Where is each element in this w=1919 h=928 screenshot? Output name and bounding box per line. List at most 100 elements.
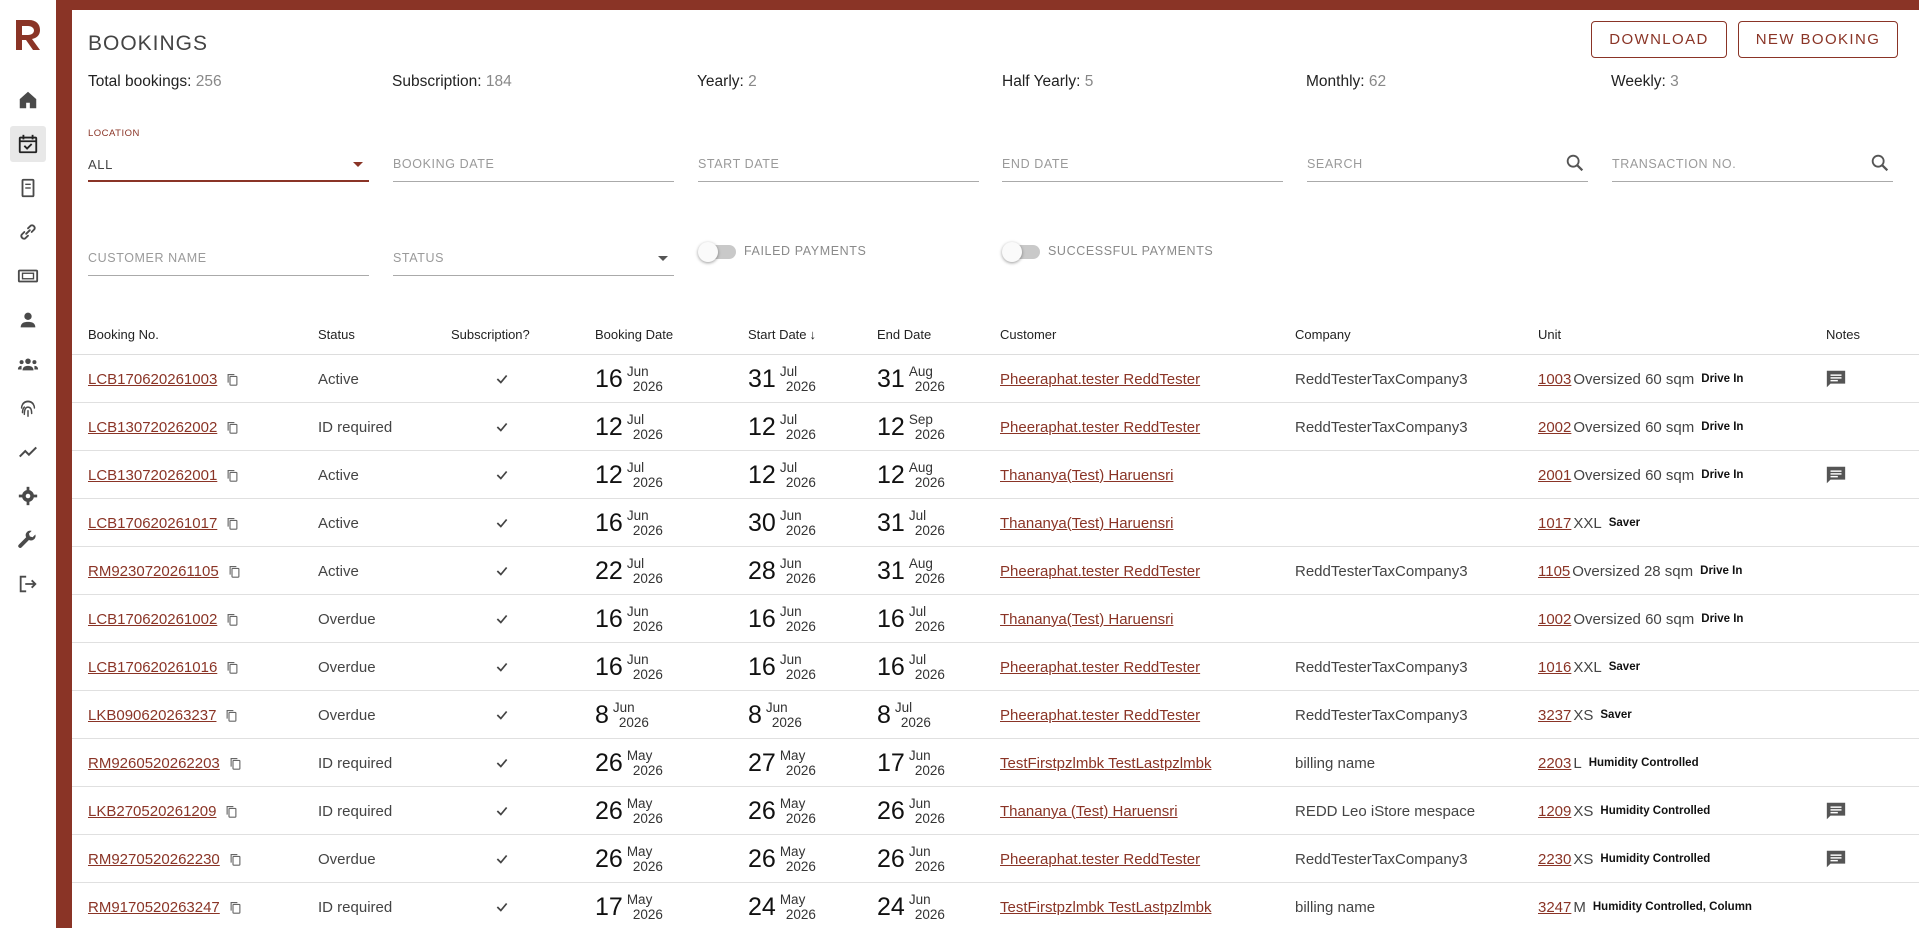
- unit-link[interactable]: 3247: [1538, 899, 1571, 916]
- sidebar-item-reports[interactable]: [10, 434, 46, 470]
- sidebar-item-links[interactable]: [10, 214, 46, 250]
- note-icon[interactable]: [1825, 800, 1847, 822]
- booking-no-link[interactable]: LCB170620261016: [88, 659, 217, 676]
- booking-no-link[interactable]: LCB130720262001: [88, 467, 217, 484]
- copy-icon[interactable]: [228, 900, 243, 915]
- copy-icon[interactable]: [225, 516, 240, 531]
- new-booking-button[interactable]: NEW BOOKING: [1738, 21, 1898, 58]
- column-end-date[interactable]: End Date: [877, 327, 931, 342]
- sidebar-item-customers[interactable]: [10, 302, 46, 338]
- copy-icon[interactable]: [224, 804, 239, 819]
- unit-link[interactable]: 2203: [1538, 755, 1571, 772]
- booking-no-link[interactable]: LCB170620261017: [88, 515, 217, 532]
- customer-link[interactable]: Pheeraphat.tester ReddTester: [1000, 659, 1200, 676]
- column-booking-date[interactable]: Booking Date: [595, 327, 673, 342]
- status-select[interactable]: STATUS: [393, 242, 674, 276]
- sidebar-item-bookings[interactable]: [10, 126, 46, 162]
- end-date-field[interactable]: END DATE: [1002, 148, 1283, 182]
- unit-link[interactable]: 1209: [1538, 803, 1571, 820]
- location-select[interactable]: LOCATION ALL: [88, 128, 369, 182]
- table-row[interactable]: LCB130720262001 Active 12 Jul 2026 12 Jul 2026 1…: [72, 451, 1919, 499]
- customer-link[interactable]: Pheeraphat.tester ReddTester: [1000, 851, 1200, 868]
- table-row[interactable]: LCB170620261002 Overdue 16 Jun 2026 16 Jun 2026…: [72, 595, 1919, 643]
- note-icon[interactable]: [1825, 464, 1847, 486]
- table-row[interactable]: RM9270520262230 Overdue 26 May 2026 26 May 2026…: [72, 835, 1919, 883]
- copy-icon[interactable]: [225, 420, 240, 435]
- column-start-date[interactable]: Start Date ↓: [748, 327, 816, 342]
- booking-no-link[interactable]: LCB170620261003: [88, 371, 217, 388]
- table-row[interactable]: LCB130720262002 ID required 12 Jul 2026 12 Jul…: [72, 403, 1919, 451]
- unit-link[interactable]: 1105: [1538, 563, 1570, 580]
- booking-date-field[interactable]: BOOKING DATE: [393, 148, 674, 182]
- note-icon[interactable]: [1825, 848, 1847, 870]
- customer-name-input[interactable]: CUSTOMER NAME: [88, 242, 369, 276]
- unit-link[interactable]: 3237: [1538, 707, 1571, 724]
- unit-link[interactable]: 2001: [1538, 467, 1571, 484]
- customer-link[interactable]: Pheeraphat.tester ReddTester: [1000, 371, 1200, 388]
- sidebar-item-logout[interactable]: [10, 566, 46, 602]
- column-status[interactable]: Status: [318, 327, 355, 342]
- customer-link[interactable]: TestFirstpzlmbk TestLastpzlmbk: [1000, 755, 1211, 772]
- booking-no-link[interactable]: RM9170520263247: [88, 899, 220, 916]
- sidebar-item-vouchers[interactable]: [10, 258, 46, 294]
- download-button[interactable]: DOWNLOAD: [1591, 21, 1727, 58]
- failed-payments-toggle[interactable]: FAILED PAYMENTS: [698, 241, 898, 262]
- sidebar-item-invoices[interactable]: [10, 170, 46, 206]
- table-row[interactable]: LKB270520261209 ID required 26 May 2026 26 May…: [72, 787, 1919, 835]
- booking-no-link[interactable]: LCB130720262002: [88, 419, 217, 436]
- booking-no-link[interactable]: LKB090620263237: [88, 707, 216, 724]
- customer-link[interactable]: Thananya(Test) Haruensri: [1000, 515, 1173, 532]
- customer-link[interactable]: Pheeraphat.tester ReddTester: [1000, 419, 1200, 436]
- brand-logo[interactable]: [12, 18, 44, 52]
- start-date-field[interactable]: START DATE: [698, 148, 979, 182]
- unit-link[interactable]: 1002: [1538, 611, 1571, 628]
- customer-link[interactable]: TestFirstpzlmbk TestLastpzlmbk: [1000, 899, 1211, 916]
- search-icon[interactable]: [1869, 152, 1891, 174]
- table-row[interactable]: LKB090620263237 Overdue 8 Jun 2026 8 Jun 2026 8 J…: [72, 691, 1919, 739]
- column-unit[interactable]: Unit: [1538, 327, 1561, 342]
- column-booking-no[interactable]: Booking No.: [88, 327, 159, 342]
- unit-link[interactable]: 1017: [1538, 515, 1571, 532]
- table-row[interactable]: LCB170620261003 Active 16 Jun 2026 31 Jul 2026 3…: [72, 355, 1919, 403]
- column-customer[interactable]: Customer: [1000, 327, 1056, 342]
- search-input[interactable]: SEARCH: [1307, 148, 1588, 182]
- table-row[interactable]: RM9230720261105 Active 22 Jul 2026 28 Jun 2026 3…: [72, 547, 1919, 595]
- unit-link[interactable]: 1016: [1538, 659, 1571, 676]
- booking-no-link[interactable]: RM9260520262203: [88, 755, 220, 772]
- table-row[interactable]: RM9170520263247 ID required 17 May 2026 24 May…: [72, 883, 1919, 928]
- copy-icon[interactable]: [228, 756, 243, 771]
- column-subscription[interactable]: Subscription?: [451, 327, 530, 342]
- table-row[interactable]: LCB170620261016 Overdue 16 Jun 2026 16 Jun 2026…: [72, 643, 1919, 691]
- copy-icon[interactable]: [225, 660, 240, 675]
- copy-icon[interactable]: [227, 564, 242, 579]
- column-company[interactable]: Company: [1295, 327, 1351, 342]
- sidebar-item-settings[interactable]: [10, 478, 46, 514]
- unit-link[interactable]: 2002: [1538, 419, 1571, 436]
- sidebar-item-users[interactable]: [10, 346, 46, 382]
- booking-no-link[interactable]: RM9230720261105: [88, 563, 219, 580]
- unit-link[interactable]: 1003: [1538, 371, 1571, 388]
- customer-link[interactable]: Pheeraphat.tester ReddTester: [1000, 707, 1200, 724]
- customer-link[interactable]: Pheeraphat.tester ReddTester: [1000, 563, 1200, 580]
- unit-link[interactable]: 2230: [1538, 851, 1571, 868]
- note-icon[interactable]: [1825, 368, 1847, 390]
- sidebar-item-maintenance[interactable]: [10, 522, 46, 558]
- copy-icon[interactable]: [225, 468, 240, 483]
- transaction-no-input[interactable]: TRANSACTION NO.: [1612, 148, 1893, 182]
- booking-no-link[interactable]: RM9270520262230: [88, 851, 220, 868]
- copy-icon[interactable]: [225, 372, 240, 387]
- booking-no-link[interactable]: LCB170620261002: [88, 611, 217, 628]
- customer-link[interactable]: Thananya(Test) Haruensri: [1000, 611, 1173, 628]
- sidebar-item-home[interactable]: [10, 82, 46, 118]
- sidebar-item-access[interactable]: [10, 390, 46, 426]
- table-row[interactable]: LCB170620261017 Active 16 Jun 2026 30 Jun 2026 3…: [72, 499, 1919, 547]
- search-icon[interactable]: [1564, 152, 1586, 174]
- booking-no-link[interactable]: LKB270520261209: [88, 803, 216, 820]
- customer-link[interactable]: Thananya (Test) Haruensri: [1000, 803, 1178, 820]
- customer-link[interactable]: Thananya(Test) Haruensri: [1000, 467, 1173, 484]
- copy-icon[interactable]: [224, 708, 239, 723]
- copy-icon[interactable]: [225, 612, 240, 627]
- successful-payments-toggle[interactable]: SUCCESSFUL PAYMENTS: [1002, 241, 1242, 262]
- table-row[interactable]: RM9260520262203 ID required 26 May 2026 27 May…: [72, 739, 1919, 787]
- copy-icon[interactable]: [228, 852, 243, 867]
